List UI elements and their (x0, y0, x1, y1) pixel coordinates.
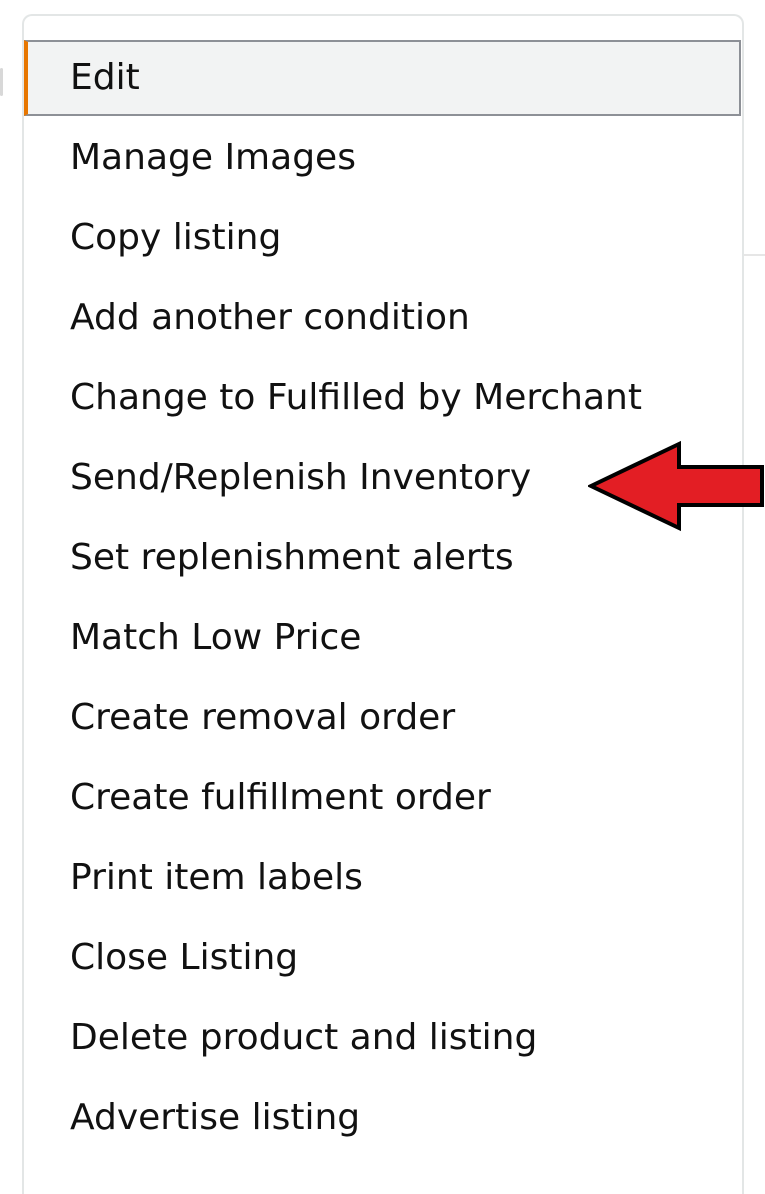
menu-item-print-item-labels[interactable]: Print item labels (24, 840, 741, 916)
menu-item-edit[interactable]: Edit (24, 40, 741, 116)
left-edge-mark (0, 68, 3, 96)
right-divider (743, 254, 765, 256)
menu-item-add-another-condition[interactable]: Add another condition (24, 280, 741, 356)
menu-item-advertise-listing[interactable]: Advertise listing (24, 1080, 741, 1156)
menu-item-manage-images[interactable]: Manage Images (24, 120, 741, 196)
menu-item-copy-listing[interactable]: Copy listing (24, 200, 741, 276)
menu-item-delete-product-and-listing[interactable]: Delete product and listing (24, 1000, 741, 1076)
menu-item-create-removal-order[interactable]: Create removal order (24, 680, 741, 756)
menu-item-match-low-price[interactable]: Match Low Price (24, 600, 741, 676)
menu-item-create-fulfillment-order[interactable]: Create fulfillment order (24, 760, 741, 836)
red-arrow-left-icon (588, 440, 764, 532)
menu-item-change-to-fbm[interactable]: Change to Fulfilled by Merchant (24, 360, 741, 436)
menu-item-close-listing[interactable]: Close Listing (24, 920, 741, 996)
